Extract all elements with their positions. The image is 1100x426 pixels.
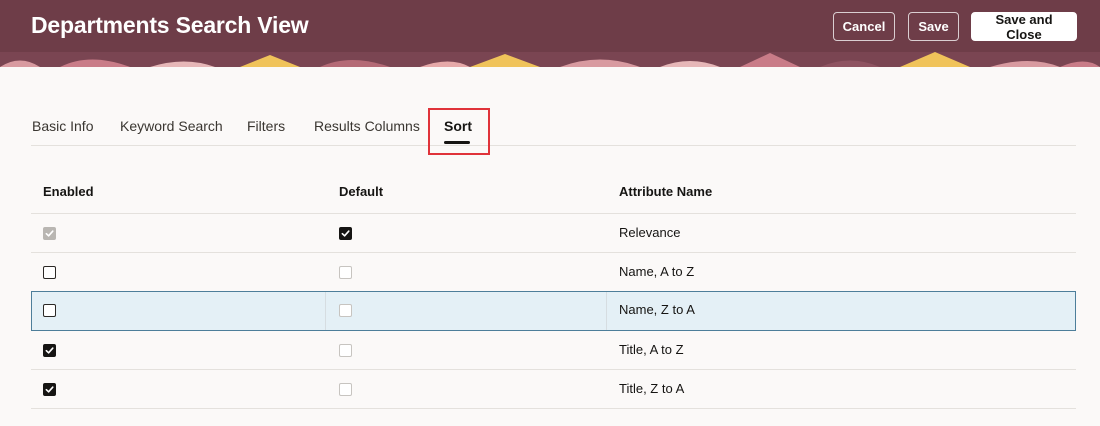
attribute-name-cell: Name, A to Z (619, 264, 695, 279)
table-row[interactable]: Name, A to Z (31, 253, 1076, 292)
tab-filters[interactable]: Filters (247, 118, 285, 134)
enabled-checkbox[interactable] (43, 266, 56, 279)
page-header: Departments Search View Cancel Save Save… (0, 0, 1100, 67)
cell-divider (606, 292, 607, 330)
default-checkbox (339, 266, 352, 279)
column-header-attribute-name: Attribute Name (619, 184, 713, 199)
table-body: Relevance Name, A to Z Name, Z to A Title, … (31, 214, 1076, 409)
checkmark-icon (45, 386, 54, 393)
sort-table: Enabled Default Attribute Name Relevance… (31, 170, 1076, 409)
table-row[interactable]: Title, Z to A (31, 370, 1076, 409)
default-checkbox[interactable] (339, 227, 352, 240)
header-decorative-pattern (0, 52, 1100, 67)
enabled-checkbox[interactable] (43, 304, 56, 317)
table-row[interactable]: Title, A to Z (31, 331, 1076, 370)
tab-basic-info[interactable]: Basic Info (32, 118, 93, 134)
table-row[interactable]: Relevance (31, 214, 1076, 253)
default-checkbox (339, 383, 352, 396)
tab-bar: Basic Info Keyword Search Filters Result… (31, 106, 1076, 146)
enabled-checkbox[interactable] (43, 383, 56, 396)
cancel-button[interactable]: Cancel (833, 12, 895, 41)
table-header: Enabled Default Attribute Name (31, 170, 1076, 214)
sort-tab-highlight (428, 108, 490, 155)
attribute-name-cell: Title, A to Z (619, 342, 684, 357)
tab-keyword-search[interactable]: Keyword Search (120, 118, 223, 134)
save-button[interactable]: Save (908, 12, 959, 41)
checkmark-icon (45, 230, 54, 237)
enabled-checkbox[interactable] (43, 344, 56, 357)
table-row[interactable]: Name, Z to A (31, 291, 1076, 331)
tab-results-columns[interactable]: Results Columns (314, 118, 420, 134)
default-checkbox (339, 344, 352, 357)
save-and-close-button[interactable]: Save and Close (971, 12, 1077, 42)
checkmark-icon (45, 347, 54, 354)
enabled-checkbox (43, 227, 56, 240)
attribute-name-cell: Relevance (619, 225, 681, 240)
cell-divider (325, 292, 326, 330)
default-checkbox (339, 304, 352, 317)
checkmark-icon (341, 230, 350, 237)
column-header-enabled: Enabled (43, 184, 94, 199)
page-title: Departments Search View (31, 12, 309, 38)
column-header-default: Default (339, 184, 384, 199)
attribute-name-cell: Title, Z to A (619, 381, 685, 396)
attribute-name-cell: Name, Z to A (619, 302, 695, 317)
